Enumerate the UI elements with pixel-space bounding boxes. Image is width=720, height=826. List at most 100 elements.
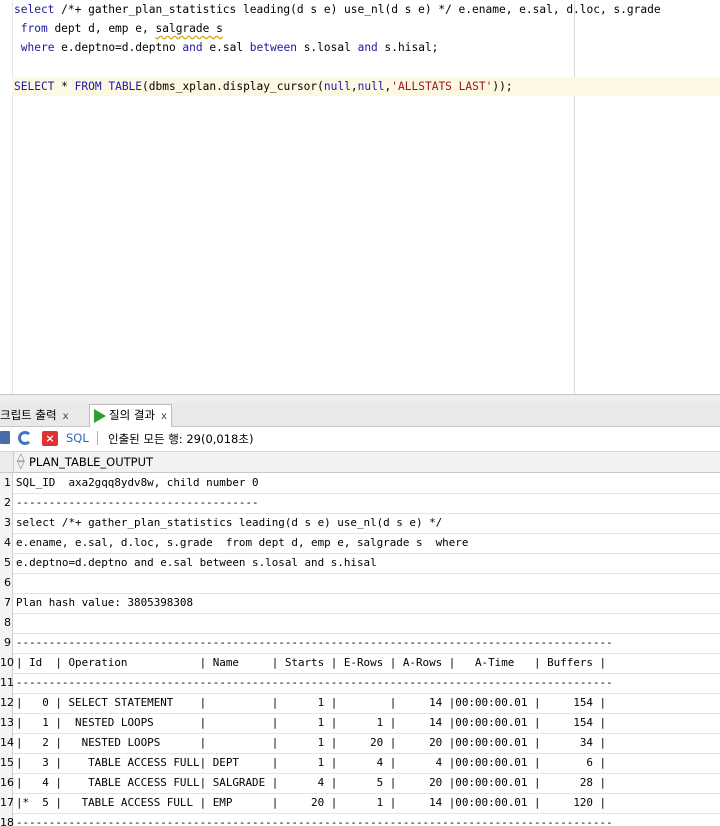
refresh-icon[interactable] bbox=[18, 431, 32, 445]
code-token: e.deptno=d.deptno bbox=[54, 41, 183, 54]
table-row[interactable]: 16 | 4 | TABLE ACCESS FULL| SALGRADE | 4 … bbox=[0, 773, 720, 794]
result-grid[interactable]: △ ▽ PLAN_TABLE_OUTPUT 1 SQL_ID axa2gqq8ydv… bbox=[0, 452, 720, 826]
fetch-status: 인출된 모든 행: 29(0,018초) bbox=[108, 432, 254, 446]
code-token: , bbox=[350, 80, 358, 93]
row-number: 3 bbox=[0, 513, 13, 533]
code-token: from bbox=[20, 22, 48, 35]
plan-output-cell[interactable]: ----------------------------------------… bbox=[16, 813, 613, 826]
table-row[interactable]: 4 e.ename, e.sal, d.loc, s.grade from dep… bbox=[0, 533, 720, 554]
tab-script-output[interactable]: 크립트 출력 x bbox=[0, 405, 72, 425]
toolbar-divider bbox=[97, 431, 98, 445]
table-row[interactable]: 15 | 3 | TABLE ACCESS FULL| DEPT | 1 | 4 … bbox=[0, 753, 720, 774]
code-token: select bbox=[14, 3, 55, 16]
table-row[interactable]: 6 bbox=[0, 573, 720, 594]
plan-output-cell[interactable]: | 0 | SELECT STATEMENT | | 1 | | 14 |00:… bbox=[16, 693, 606, 713]
table-row[interactable]: 9 ---------------------------------------… bbox=[0, 633, 720, 654]
export-icon[interactable]: × bbox=[42, 431, 58, 446]
row-number: 17 bbox=[0, 793, 14, 813]
plan-output-cell[interactable]: select /*+ gather_plan_statistics leadin… bbox=[16, 513, 442, 533]
sort-icon[interactable]: △ ▽ bbox=[17, 453, 25, 471]
plan-output-cell[interactable]: SQL_ID axa2gqq8ydv8w, child number 0 bbox=[16, 473, 259, 493]
row-number: 16 bbox=[0, 773, 14, 793]
plan-output-cell[interactable]: e.deptno=d.deptno and e.sal between s.lo… bbox=[16, 553, 377, 573]
plan-output-cell[interactable]: | 2 | NESTED LOOPS | | 1 | 20 | 20 |00:0… bbox=[16, 733, 606, 753]
table-row[interactable]: 17 |* 5 | TABLE ACCESS FULL | EMP | 20 | … bbox=[0, 793, 720, 814]
editor-line[interactable]: where e.deptno=d.deptno and e.sal betwee… bbox=[14, 38, 439, 57]
row-number: 13 bbox=[0, 713, 14, 733]
editor-line[interactable]: SELECT * FROM TABLE(dbms_xplan.display_c… bbox=[12, 77, 720, 96]
editor-gutter bbox=[0, 0, 13, 394]
result-tabs: 크립트 출력 x 질의 결과 x bbox=[0, 403, 720, 427]
code-token: e.sal bbox=[202, 41, 250, 54]
plan-output-cell[interactable]: e.ename, e.sal, d.loc, s.grade from dept… bbox=[16, 533, 468, 553]
row-number: 6 bbox=[0, 573, 13, 593]
code-token: s.hisal; bbox=[377, 41, 439, 54]
row-number: 5 bbox=[0, 553, 13, 573]
column-header-plan-table-output[interactable]: PLAN_TABLE_OUTPUT bbox=[29, 452, 153, 472]
row-number: 7 bbox=[0, 593, 13, 613]
grid-header: △ ▽ PLAN_TABLE_OUTPUT bbox=[0, 452, 720, 473]
code-token: * bbox=[54, 80, 75, 93]
plan-output-cell[interactable]: | Id | Operation | Name | Starts | E-Row… bbox=[16, 653, 606, 673]
table-row[interactable]: 18 --------------------------------------… bbox=[0, 813, 720, 826]
code-token: salgrade s bbox=[155, 22, 223, 35]
row-number: 11 bbox=[0, 673, 14, 693]
code-token: TABLE bbox=[108, 80, 143, 93]
code-token: between bbox=[249, 41, 297, 54]
tab-query-result-label: 질의 결과 bbox=[109, 408, 155, 422]
table-row[interactable]: 5 e.deptno=d.deptno and e.sal between s.l… bbox=[0, 553, 720, 574]
close-icon[interactable]: x bbox=[161, 411, 167, 422]
tab-query-result[interactable]: 질의 결과 x bbox=[89, 404, 172, 427]
plan-output-cell[interactable]: ----------------------------------------… bbox=[16, 673, 613, 693]
plan-output-cell[interactable]: | 3 | TABLE ACCESS FULL| DEPT | 1 | 4 | … bbox=[16, 753, 606, 773]
code-token: s.losal bbox=[296, 41, 358, 54]
row-number: 12 bbox=[0, 693, 14, 713]
row-number: 18 bbox=[0, 813, 14, 826]
row-number: 2 bbox=[0, 493, 13, 513]
row-number: 8 bbox=[0, 613, 13, 633]
close-icon[interactable]: x bbox=[63, 411, 69, 422]
code-token: where bbox=[20, 41, 55, 54]
editor-line[interactable]: select /*+ gather_plan_statistics leadin… bbox=[14, 0, 661, 19]
code-token: 'ALLSTATS LAST' bbox=[391, 80, 493, 93]
table-row[interactable]: 13 | 1 | NESTED LOOPS | | 1 | 1 | 14 |00:… bbox=[0, 713, 720, 734]
plan-output-cell[interactable]: |* 5 | TABLE ACCESS FULL | EMP | 20 | 1 … bbox=[16, 793, 606, 813]
table-row[interactable]: 2 ------------------------------------- bbox=[0, 493, 720, 514]
row-number: 4 bbox=[0, 533, 13, 553]
table-row[interactable]: 10 | Id | Operation | Name | Starts | E-R… bbox=[0, 653, 720, 674]
code-token: null bbox=[323, 80, 351, 93]
print-icon[interactable] bbox=[0, 431, 10, 444]
table-row[interactable]: 12 | 0 | SELECT STATEMENT | | 1 | | 14 |0… bbox=[0, 693, 720, 714]
plan-output-cell[interactable]: ----------------------------------------… bbox=[16, 633, 613, 653]
code-token: (dbms_xplan.display_cursor( bbox=[142, 80, 324, 93]
tab-script-output-label: 크립트 출력 bbox=[0, 408, 57, 422]
table-row[interactable]: 11 --------------------------------------… bbox=[0, 673, 720, 694]
table-row[interactable]: 8 bbox=[0, 613, 720, 634]
code-token: dept d, emp e, bbox=[47, 22, 156, 35]
plan-output-cell[interactable]: ------------------------------------- bbox=[16, 493, 259, 513]
editor-line[interactable]: from dept d, emp e, salgrade s bbox=[14, 19, 223, 38]
table-row[interactable]: 7 Plan hash value: 3805398308 bbox=[0, 593, 720, 614]
row-number: 1 bbox=[0, 473, 13, 493]
table-row[interactable]: 14 | 2 | NESTED LOOPS | | 1 | 20 | 20 |00… bbox=[0, 733, 720, 754]
row-number: 15 bbox=[0, 753, 14, 773]
sql-editor[interactable]: select /*+ gather_plan_statistics leadin… bbox=[0, 0, 720, 394]
table-row[interactable]: 1 SQL_ID axa2gqq8ydv8w, child number 0 bbox=[0, 473, 720, 494]
row-number: 14 bbox=[0, 733, 14, 753]
plan-output-cell[interactable]: | 1 | NESTED LOOPS | | 1 | 1 | 14 |00:00… bbox=[16, 713, 606, 733]
sql-link[interactable]: SQL bbox=[66, 431, 89, 445]
plan-output-cell[interactable]: Plan hash value: 3805398308 bbox=[16, 593, 193, 613]
table-row[interactable]: 3 select /*+ gather_plan_statistics leadi… bbox=[0, 513, 720, 534]
plan-output-cell[interactable]: | 4 | TABLE ACCESS FULL| SALGRADE | 4 | … bbox=[16, 773, 606, 793]
code-token: null bbox=[357, 80, 385, 93]
code-token: and bbox=[357, 41, 378, 54]
row-number-header bbox=[0, 452, 14, 472]
result-toolbar: × SQL 인출된 모든 행: 29(0,018초) bbox=[0, 427, 720, 452]
code-token: /*+ gather_plan_statistics leading(d s e… bbox=[54, 3, 661, 16]
code-token: FROM bbox=[74, 80, 102, 93]
row-number: 9 bbox=[0, 633, 13, 653]
run-icon bbox=[94, 408, 106, 423]
code-token: SELECT bbox=[14, 80, 55, 93]
